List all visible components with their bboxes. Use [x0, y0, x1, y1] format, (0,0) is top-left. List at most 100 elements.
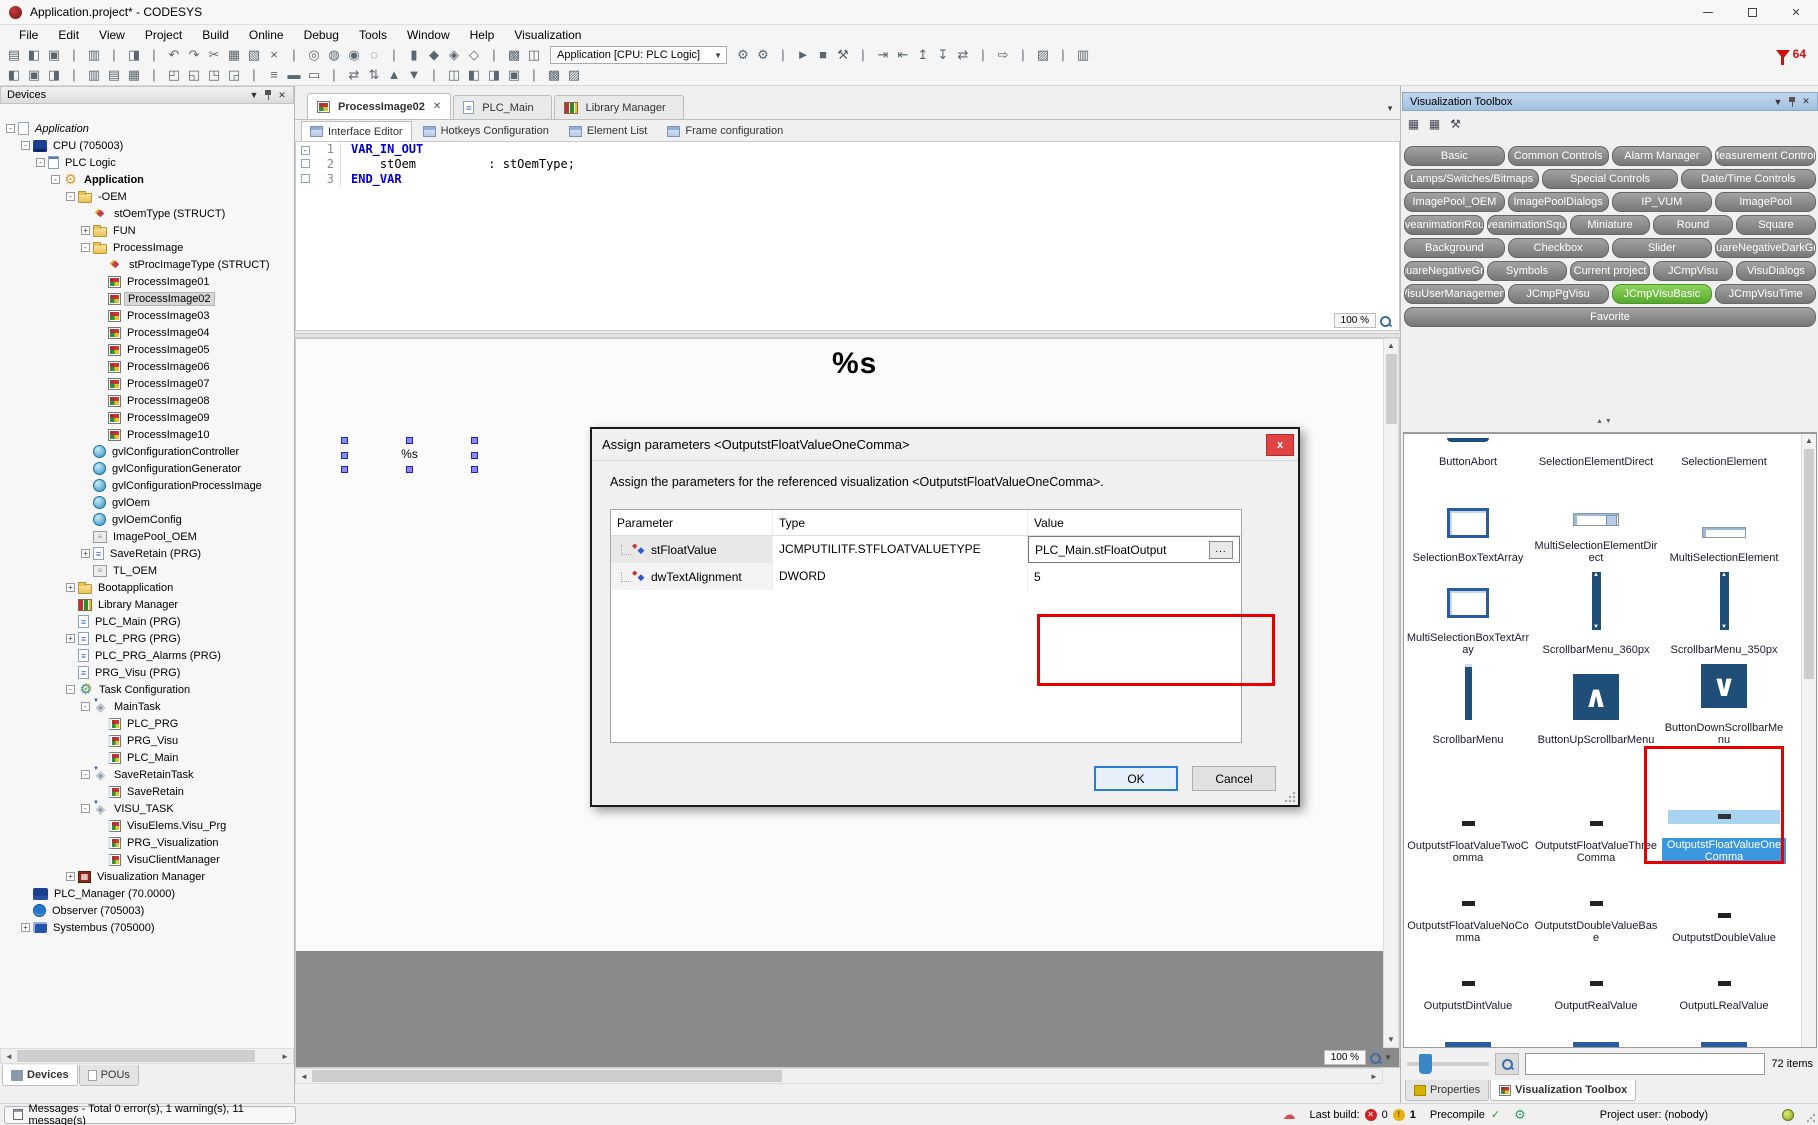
toolbar-icon[interactable]: | — [384, 47, 404, 63]
category-tab[interactable]: Special Controls — [1542, 169, 1677, 189]
category-tab[interactable]: Slider — [1612, 238, 1713, 258]
tree-item[interactable]: ProcessImage08 — [0, 392, 294, 409]
toolbar-icon[interactable]: ◌ — [364, 47, 384, 63]
menu-item[interactable]: Online — [240, 26, 293, 44]
toolbox-item[interactable]: MultiSelectionBoxTextArray — [1404, 568, 1532, 660]
toolbar-icon[interactable]: | — [64, 47, 84, 63]
expand-toggle-icon[interactable]: - — [51, 175, 60, 184]
toolbar-icon[interactable]: ⚒ — [833, 47, 853, 63]
resize-handle[interactable] — [471, 437, 478, 444]
category-tab[interactable]: Round — [1653, 215, 1733, 235]
category-tab[interactable]: Date/Time Controls — [1681, 169, 1816, 189]
toolbar-icon[interactable]: ⇄ — [953, 47, 973, 63]
expand-toggle-icon[interactable]: + — [21, 923, 30, 932]
expand-toggle-icon[interactable]: - — [66, 192, 75, 201]
canvas-horizontal-scrollbar[interactable]: ◄ ► — [295, 1068, 1383, 1084]
toolbar-icon[interactable]: ⇄ — [344, 67, 364, 83]
document-tab[interactable]: ProcessImage02 ✕ — [307, 93, 451, 119]
toolbar-icon[interactable]: ◨ — [484, 67, 504, 83]
toolbar-icon[interactable]: ▼ — [404, 67, 424, 83]
toolbar-icon[interactable]: ◇ — [464, 47, 484, 63]
tree-item[interactable]: ImagePool_OEM — [0, 528, 294, 545]
category-tab[interactable]: SquareNegativeDarkGrey — [1715, 238, 1816, 258]
toolbar-icon[interactable]: ⚙ — [733, 47, 753, 63]
tree-item[interactable]: ProcessImage02 — [0, 290, 294, 307]
tree-item[interactable]: gvlConfigurationController — [0, 443, 294, 460]
tree-item[interactable]: - VISU_TASK — [0, 800, 294, 817]
minimize-button[interactable] — [1686, 0, 1730, 25]
messages-status-button[interactable]: Messages - Total 0 error(s), 1 warning(s… — [4, 1106, 296, 1124]
maximize-button[interactable] — [1730, 0, 1774, 25]
active-application-combo[interactable]: Application [CPU: PLC Logic]▼ — [550, 46, 727, 64]
toolbar-icon[interactable]: ⇥ — [873, 47, 893, 63]
toolbar-icon[interactable]: ◨ — [44, 67, 64, 83]
dialog-resize-grip[interactable] — [1284, 791, 1296, 803]
expand-toggle-icon[interactable]: - — [21, 141, 30, 150]
tree-item[interactable]: PLC_PRG_Alarms (PRG) — [0, 647, 294, 664]
pin-icon[interactable] — [1785, 95, 1799, 108]
category-tab[interactable]: Symbols — [1487, 261, 1567, 281]
category-tab[interactable]: IP_VUM — [1612, 192, 1713, 212]
category-tab[interactable]: Checkbox — [1508, 238, 1609, 258]
tree-item[interactable]: VisuElems.Visu_Prg — [0, 817, 294, 834]
category-tab[interactable]: JCmpVisu — [1653, 261, 1733, 281]
toolbox-item[interactable]: OutputstFloatValueThreeComma — [1532, 750, 1660, 868]
menu-item[interactable]: Debug — [295, 26, 348, 44]
category-tab-favorite[interactable]: Favorite — [1404, 307, 1816, 327]
navigator-tab[interactable]: Devices — [2, 1065, 78, 1086]
tree-item[interactable]: - Task Configuration — [0, 681, 294, 698]
toolbar-icon[interactable]: | — [524, 67, 544, 83]
toolbar-icon[interactable]: ▣ — [44, 47, 64, 63]
code-zoom-control[interactable]: 100 % — [1334, 313, 1392, 328]
category-tab[interactable]: VisuUserManagement — [1404, 284, 1505, 304]
close-icon[interactable]: ✕ — [1799, 95, 1813, 108]
category-tab[interactable]: Basic — [1404, 146, 1505, 166]
tree-item[interactable]: + SaveRetain (PRG) — [0, 545, 294, 562]
toolbar-icon[interactable]: ▮ — [404, 47, 424, 63]
category-tab[interactable]: JCmpPgVisu — [1508, 284, 1609, 304]
toolbar-icon[interactable]: ◈ — [444, 47, 464, 63]
toolbox-item[interactable]: SelectionElementDirect — [1532, 434, 1660, 472]
toolbar-icon[interactable]: ▨ — [564, 67, 584, 83]
tree-item[interactable]: PLC_PRG — [0, 715, 294, 732]
expand-toggle-icon[interactable]: + — [81, 549, 90, 558]
category-tab[interactable]: ImagePoolDialogs — [1508, 192, 1609, 212]
toolbox-item[interactable]: SelectionBoxTextArray — [1404, 472, 1532, 568]
category-tab[interactable]: Lamps/Switches/Bitmaps — [1404, 169, 1539, 189]
toolbar-icon[interactable]: ▬ — [284, 67, 304, 83]
tree-item[interactable]: ProcessImage07 — [0, 375, 294, 392]
toolbox-item[interactable]: ButtonAbort — [1404, 434, 1532, 472]
toolbar-icon[interactable]: ▦ — [124, 67, 144, 83]
tree-item[interactable]: SaveRetain — [0, 783, 294, 800]
tree-item[interactable]: - ProcessImage — [0, 239, 294, 256]
menu-item[interactable]: File — [10, 26, 47, 44]
tree-item[interactable]: TL_OEM — [0, 562, 294, 579]
toolbar-icon[interactable]: ≡ — [264, 67, 284, 83]
tree-item[interactable]: gvlConfigurationGenerator — [0, 460, 294, 477]
browse-button[interactable]: ... — [1209, 541, 1233, 559]
toolbar-icon[interactable]: | — [144, 67, 164, 83]
toolbox-item[interactable]: ScrollbarMenu_360px — [1532, 568, 1660, 660]
tree-item[interactable]: + Visualization Manager — [0, 868, 294, 885]
tree-item[interactable]: PRG_Visu — [0, 732, 294, 749]
expand-toggle-icon[interactable]: - — [36, 158, 45, 167]
toolbar-icon[interactable]: ▥ — [84, 47, 104, 63]
toolbox-item[interactable]: OutputstDoubleValueBase — [1532, 868, 1660, 948]
tree-item[interactable]: ProcessImage04 — [0, 324, 294, 341]
toolbar-icon[interactable]: | — [424, 67, 444, 83]
tree-item[interactable]: PRG_Visualization — [0, 834, 294, 851]
toolbar-icon[interactable]: ▨ — [1033, 47, 1053, 63]
document-tab[interactable]: PLC_Main — [453, 95, 551, 119]
resize-handle[interactable] — [471, 466, 478, 473]
category-tab[interactable]: Background — [1404, 238, 1505, 258]
toolbar-icon[interactable]: ◧ — [24, 47, 44, 63]
expand-toggle-icon[interactable]: - — [81, 770, 90, 779]
zoom-level[interactable]: 100 % — [1334, 313, 1376, 328]
selected-visu-element[interactable]: %s — [341, 437, 478, 473]
tree-item[interactable]: - CPU (705003) — [0, 137, 294, 154]
scroll-up-icon[interactable]: ▲ — [1802, 434, 1816, 448]
expand-toggle-icon[interactable]: - — [81, 804, 90, 813]
panel-menu-icon[interactable]: ▼ — [1771, 95, 1785, 108]
toolbar-icon[interactable]: ↷ — [184, 47, 204, 63]
toolbar-icon[interactable]: ◧ — [464, 67, 484, 83]
